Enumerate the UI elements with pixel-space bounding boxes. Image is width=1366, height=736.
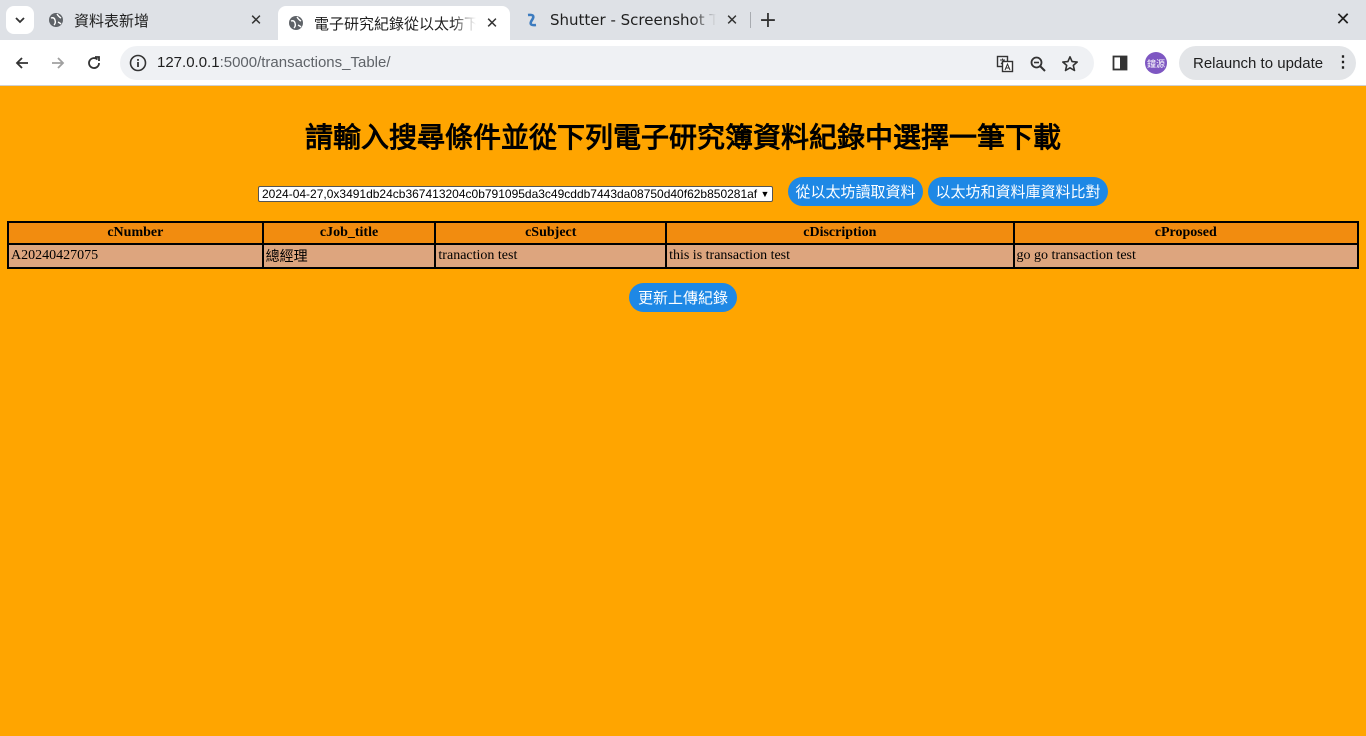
- site-info-icon[interactable]: [128, 53, 148, 73]
- tab-search-button[interactable]: [6, 6, 34, 34]
- close-icon[interactable]: ✕: [722, 10, 742, 30]
- tab-shutter[interactable]: Shutter - Screenshot Tool ✕: [514, 4, 750, 36]
- zoom-icon[interactable]: [1027, 53, 1049, 75]
- records-table: cNumber cJob_title cSubject cDiscription…: [7, 221, 1360, 269]
- table-cell: A20240427075: [7, 243, 264, 269]
- url-path: :5000/transactions_Table/: [219, 54, 391, 71]
- column-header: cNumber: [7, 221, 264, 245]
- chevron-down-icon: ▼: [759, 187, 771, 201]
- column-header: cDiscription: [665, 221, 1015, 245]
- table-cell: tranaction test: [434, 243, 668, 269]
- reload-icon: [88, 56, 100, 69]
- record-select[interactable]: 2024-04-27,0x3491db24cb367413204c0b79109…: [258, 186, 773, 202]
- tab-title: Shutter - Screenshot Tool: [550, 11, 716, 29]
- tab-separator: [750, 12, 751, 28]
- tab-title: 電子研究紀錄從以太坊下載: [314, 14, 476, 33]
- address-bar[interactable]: 127.0.0.1:5000/transactions_Table/: [120, 46, 1094, 80]
- update-upload-record-button[interactable]: 更新上傳紀錄: [629, 283, 737, 312]
- tab-research-download[interactable]: 電子研究紀錄從以太坊下載 ✕: [278, 6, 510, 40]
- close-icon[interactable]: ✕: [482, 13, 502, 33]
- column-header: cSubject: [434, 221, 668, 245]
- arrow-left-icon: [15, 57, 28, 69]
- forward-button[interactable]: [45, 50, 71, 76]
- arrow-right-icon: [52, 57, 65, 69]
- browser-toolbar: 127.0.0.1:5000/transactions_Table/ 鐘源 Re…: [0, 40, 1366, 86]
- page-title: 請輸入搜尋條件並從下列電子研究簿資料紀錄中選擇一筆下載: [304, 121, 1061, 154]
- globe-icon: [48, 12, 64, 28]
- column-header: cProposed: [1012, 221, 1360, 245]
- bookmark-star-icon[interactable]: [1059, 53, 1081, 75]
- globe-icon: [288, 15, 304, 31]
- more-menu-icon[interactable]: ⋮: [1335, 53, 1351, 73]
- compare-ethereum-database-button[interactable]: 以太坊和資料庫資料比對: [928, 177, 1108, 206]
- read-from-ethereum-button[interactable]: 從以太坊讀取資料: [788, 177, 923, 206]
- new-tab-button[interactable]: +: [756, 8, 780, 33]
- tab-strip: 資料表新增 ✕ 電子研究紀錄從以太坊下載 ✕ Shutter - Screens…: [0, 0, 1366, 40]
- url-text: 127.0.0.1:5000/transactions_Table/: [157, 54, 391, 71]
- side-panel-button[interactable]: [1109, 52, 1131, 74]
- table-cell: this is transaction test: [665, 243, 1015, 269]
- profile-avatar[interactable]: 鐘源: [1145, 52, 1167, 74]
- close-icon[interactable]: ✕: [246, 10, 266, 30]
- tab-title: 資料表新增: [74, 11, 150, 30]
- column-header: cJob_title: [261, 221, 437, 245]
- reload-button[interactable]: [81, 50, 107, 76]
- relaunch-label: Relaunch to update: [1193, 54, 1324, 72]
- translate-icon[interactable]: [994, 53, 1016, 75]
- chevron-down-icon: [15, 17, 25, 24]
- table-header-row: cNumber cJob_title cSubject cDiscription…: [7, 221, 1360, 245]
- relaunch-button[interactable]: Relaunch to update ⋮: [1179, 46, 1356, 80]
- tab-table-add[interactable]: 資料表新增 ✕: [38, 4, 274, 36]
- table-cell: 總經理: [261, 243, 437, 269]
- back-button[interactable]: [9, 50, 35, 76]
- url-host: 127.0.0.1: [157, 54, 220, 71]
- window-close-button[interactable]: ✕: [1332, 8, 1354, 30]
- record-select-value: 2024-04-27,0x3491db24cb367413204c0b79109…: [262, 187, 758, 201]
- table-cell: go go transaction test: [1012, 243, 1360, 269]
- table-row[interactable]: A20240427075 總經理 tranaction test this is…: [7, 243, 1360, 269]
- shutter-icon: [524, 12, 540, 28]
- side-panel-icon: [1112, 55, 1128, 71]
